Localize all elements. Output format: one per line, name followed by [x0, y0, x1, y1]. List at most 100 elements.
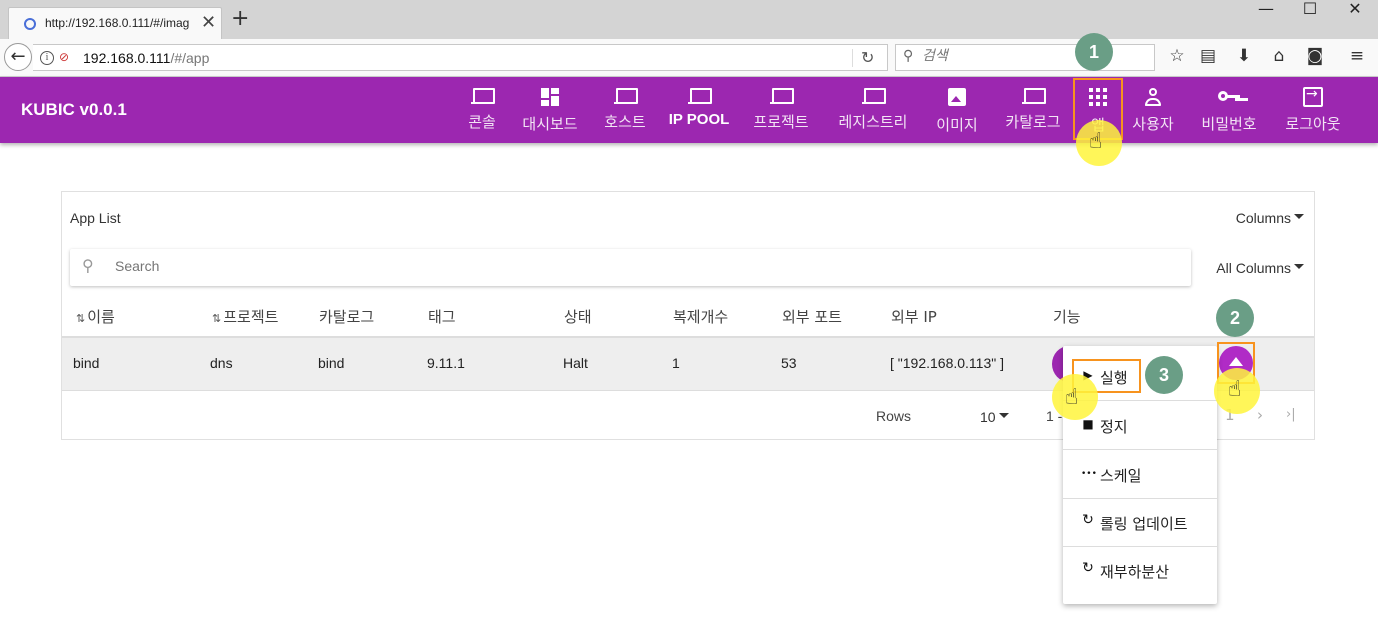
rows-per-page-value: 10 — [980, 409, 996, 425]
header-catalog: 카탈로그 — [319, 308, 375, 326]
menu-item-rebalance[interactable]: ↻ 재부하분산 — [1063, 547, 1217, 595]
cell-tag: 9.11.1 — [427, 355, 465, 371]
header-ext-ip: 외부 IP — [891, 308, 937, 326]
browser-tab[interactable]: http://192.168.0.111/#/imag ✕ — [8, 7, 222, 39]
laptop-icon — [614, 85, 638, 105]
insecure-lock-icon: ⊘ — [59, 50, 70, 64]
cell-project: dns — [210, 355, 233, 371]
nav-label: 프로젝트 — [753, 113, 809, 131]
caret-down-icon — [1294, 213, 1304, 219]
menu-icon[interactable]: ≡ — [1346, 46, 1368, 66]
menu-label: 스케일 — [1100, 467, 1142, 485]
menu-label: 롤링 업데이트 — [1100, 515, 1188, 533]
url-bar[interactable]: i ⊘ 192.168.0.111/#/app ↻ — [33, 44, 888, 71]
dashboard-icon — [540, 87, 560, 107]
nav-label: 콘솔 — [468, 113, 496, 131]
home-icon[interactable]: ⌂ — [1268, 46, 1290, 66]
cell-catalog: bind — [318, 355, 345, 371]
search-icon: ⚲ — [903, 48, 914, 64]
laptop-icon — [688, 85, 712, 105]
maximize-icon[interactable]: ☐ — [1287, 0, 1333, 20]
logout-icon — [1303, 86, 1323, 107]
url-divider — [852, 49, 853, 67]
all-columns-dropdown[interactable]: All Columns — [1216, 260, 1304, 276]
hand-pointer-icon: ☝ — [1089, 129, 1103, 154]
info-icon[interactable]: i — [40, 51, 54, 65]
person-icon — [1143, 87, 1163, 107]
last-page-icon[interactable]: ›| — [1286, 407, 1296, 422]
rows-per-page-select[interactable]: 10 — [980, 409, 1009, 425]
app-brand: KUBIC v0.0.1 — [21, 100, 127, 119]
caret-down-icon — [998, 412, 1009, 418]
nav-ip-pool[interactable]: IP POOL — [666, 85, 732, 137]
refresh-icon: ↻ — [1082, 560, 1094, 576]
nav-label: 비밀번호 — [1201, 115, 1257, 133]
next-page-icon[interactable]: › — [1257, 406, 1263, 424]
header-tag: 태그 — [428, 308, 456, 326]
reading-list-icon[interactable]: ▤ — [1197, 46, 1219, 66]
header-label: 프로젝트 — [223, 308, 279, 326]
header-status: 상태 — [564, 308, 592, 326]
nav-label: 카탈로그 — [1005, 113, 1061, 131]
pocket-icon[interactable]: ◙ — [1304, 46, 1326, 66]
menu-label: 정지 — [1100, 418, 1128, 436]
cell-replicas: 1 — [672, 355, 680, 371]
header-label: 이름 — [87, 308, 115, 326]
laptop-icon — [1022, 85, 1046, 105]
download-icon[interactable]: ⬇ — [1233, 46, 1255, 66]
nav-label: 로그아웃 — [1285, 115, 1341, 133]
minimize-icon[interactable]: — — [1243, 0, 1289, 20]
nav-password[interactable]: 비밀번호 — [1196, 85, 1262, 137]
header-name[interactable]: ⇅ 이름 — [76, 306, 115, 327]
sort-icon: ⇅ — [76, 312, 86, 325]
rows-label: Rows — [876, 408, 912, 424]
browser-search-bar[interactable]: ⚲ — [895, 44, 1155, 71]
app-header: KUBIC v0.0.1 콘솔 대시보드 호스트 IP POOL 프로젝트 레지… — [0, 77, 1378, 143]
nav-registry[interactable]: 레지스트리 — [832, 85, 914, 137]
nav-catalog[interactable]: 카탈로그 — [999, 85, 1067, 137]
new-tab-button[interactable]: + — [231, 8, 249, 30]
url-text[interactable]: 192.168.0.111/#/app — [83, 50, 209, 66]
more-horiz-icon: ••• — [1081, 469, 1097, 479]
close-tab-icon[interactable]: ✕ — [201, 12, 216, 33]
stop-icon: ■ — [1082, 417, 1094, 431]
nav-label: 호스트 — [604, 113, 646, 131]
nav-dashboard[interactable]: 대시보드 — [516, 85, 584, 137]
nav-image[interactable]: 이미지 — [932, 85, 982, 137]
back-button[interactable]: ← — [4, 43, 32, 71]
laptop-icon — [862, 85, 886, 105]
menu-item-rolling-update[interactable]: ↻ 롤링 업데이트 — [1063, 499, 1217, 547]
rotate-icon: ↻ — [1082, 512, 1094, 528]
nav-console[interactable]: 콘솔 — [463, 85, 501, 137]
laptop-icon — [770, 85, 794, 105]
header-project[interactable]: ⇅ 프로젝트 — [212, 306, 278, 327]
bookmark-star-icon[interactable]: ☆ — [1166, 46, 1188, 66]
nav-label: IP POOL — [668, 111, 730, 128]
search-input[interactable] — [115, 258, 1015, 274]
card-title: App List — [70, 210, 121, 226]
nav-label: 이미지 — [936, 116, 978, 134]
hand-pointer-icon: ☝ — [1065, 385, 1079, 410]
menu-item-scale[interactable]: ••• 스케일 — [1063, 451, 1217, 499]
search-icon: ⚲ — [82, 256, 94, 275]
image-icon — [948, 88, 966, 106]
url-path: /#/app — [170, 50, 210, 66]
step-badge: 3 — [1145, 356, 1183, 394]
nav-logout[interactable]: 로그아웃 — [1280, 85, 1346, 137]
nav-project[interactable]: 프로젝트 — [748, 85, 814, 137]
table-search: ⚲ — [70, 249, 1191, 286]
window-close-icon[interactable]: ✕ — [1332, 0, 1378, 20]
header-ext-port: 외부 포트 — [782, 308, 842, 326]
all-columns-label: All Columns — [1216, 260, 1291, 276]
columns-dropdown[interactable]: Columns — [1236, 210, 1304, 226]
cell-status: Halt — [563, 355, 588, 371]
header-function: 기능 — [1053, 308, 1081, 326]
menu-label: 재부하분산 — [1100, 563, 1170, 581]
key-icon — [1217, 87, 1241, 107]
nav-host[interactable]: 호스트 — [600, 85, 650, 137]
nav-label: 레지스트리 — [838, 113, 908, 131]
nav-label: 대시보드 — [522, 115, 578, 133]
nav-user[interactable]: 사용자 — [1128, 85, 1178, 137]
url-host: 192.168.0.111 — [83, 50, 171, 66]
reload-icon[interactable]: ↻ — [861, 48, 874, 67]
